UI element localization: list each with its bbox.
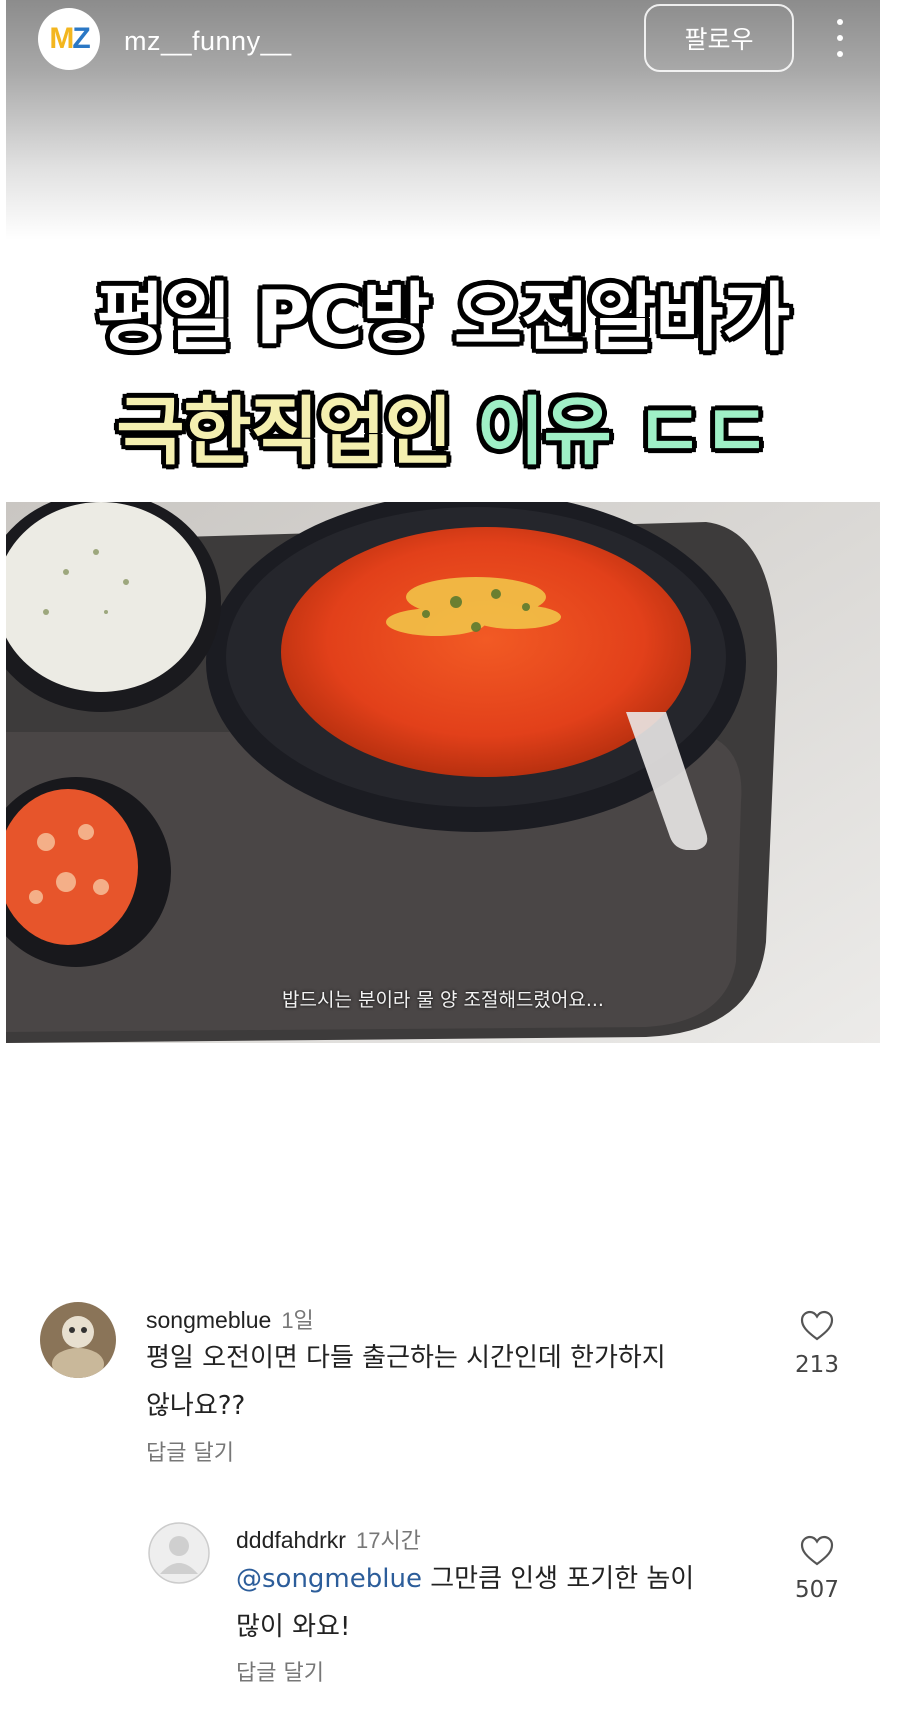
- mention-link[interactable]: @songmeblue: [236, 1564, 422, 1594]
- reply-text-line-2: 많이 와요!: [236, 1612, 351, 1642]
- title-part-reason: 이유 ㄷㄷ: [476, 389, 771, 475]
- avatar-photo: [40, 1302, 116, 1378]
- reply-text-line-1: @songmeblue 그만큼 인생 포기한 놈이: [236, 1555, 756, 1603]
- avatar-logo-text-z: Z: [72, 22, 90, 55]
- reply-text: @songmeblue 그만큼 인생 포기한 놈이 많이 와요!: [236, 1555, 756, 1651]
- food-photo-illustration: [6, 502, 880, 1043]
- more-vertical-icon[interactable]: [828, 14, 852, 62]
- reply-button-2[interactable]: 답글 달기: [236, 1655, 324, 1687]
- like-count-2: 507: [795, 1577, 839, 1603]
- title-part-highlight: 극한직업인: [116, 389, 452, 475]
- commenter-avatar-default[interactable]: [148, 1522, 210, 1584]
- default-avatar-icon: [148, 1522, 210, 1584]
- reply-text-body: 그만큼 인생 포기한 놈이: [421, 1564, 695, 1594]
- commenter-avatar[interactable]: [40, 1302, 116, 1378]
- comment-username[interactable]: songmeblue 1일: [146, 1303, 314, 1335]
- comment-item: songmeblue 1일 평일 오전이면 다들 출근하는 시간인데 한가하지 않…: [0, 1280, 900, 1466]
- account-username[interactable]: mz__funny__: [124, 26, 292, 57]
- reply-time: 17시간: [355, 1528, 421, 1553]
- post-card: MZ mz__funny__ 팔로우 평일 PC방 오전알바가 극한직업인 이유…: [6, 0, 880, 1045]
- heart-outline-icon[interactable]: [800, 1535, 834, 1567]
- heart-outline-icon[interactable]: [800, 1310, 834, 1342]
- comment-text-line-1: 평일 오전이면 다들 출근하는 시간인데 한가하지: [146, 1343, 666, 1373]
- food-photo[interactable]: [6, 502, 880, 1043]
- account-avatar[interactable]: MZ: [38, 8, 100, 70]
- video-subtitle: 밥드시는 분이라 물 양 조절해드렸어요...: [282, 989, 604, 1011]
- comment-time: 1일: [281, 1308, 314, 1333]
- avatar-logo-text: M: [49, 22, 74, 55]
- post-title-line-1: 평일 PC방 오전알바가: [96, 275, 791, 361]
- post-title-line-2: 극한직업인 이유 ㄷㄷ: [6, 372, 880, 479]
- comment-text-line-2: 않나요??: [146, 1391, 246, 1421]
- follow-button[interactable]: 팔로우: [644, 4, 794, 72]
- reply-username[interactable]: dddfahdrkr 17시간: [236, 1523, 421, 1555]
- reply-username-text[interactable]: dddfahdrkr: [236, 1527, 346, 1553]
- like-count: 213: [795, 1352, 839, 1378]
- reply-comment-item: dddfahdrkr 17시간 @songmeblue 그만큼 인생 포기한 놈이…: [0, 1505, 900, 1687]
- reply-button[interactable]: 답글 달기: [146, 1435, 234, 1467]
- comment-username-text[interactable]: songmeblue: [146, 1307, 271, 1333]
- comment-text: 평일 오전이면 다들 출근하는 시간인데 한가하지 않나요??: [146, 1334, 746, 1430]
